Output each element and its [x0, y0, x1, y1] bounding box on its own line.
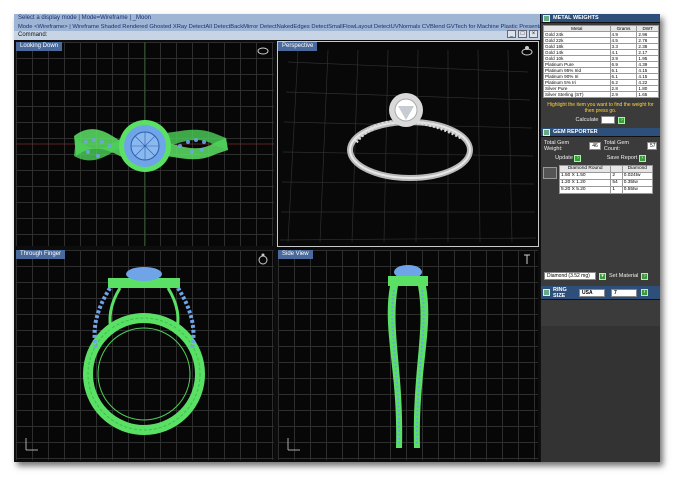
metal-weights-table[interactable]: Metal Grams DWT Gold 24k 4.9 2.96 Gold 22k 4… [543, 25, 659, 98]
ring-front-view-icon[interactable] [256, 253, 270, 265]
total-count-field: 57 [647, 142, 657, 150]
material-select-arrow[interactable]: ▾ [599, 272, 606, 280]
calculate-button[interactable]: › [618, 116, 626, 124]
window-controls: _ □ × [498, 30, 540, 40]
axis-icon [25, 438, 38, 451]
table-cell: 1.65 [636, 91, 659, 98]
gem-table[interactable]: Diamond Round Diamond 1.50 X 1.50 2 0.024t… [558, 165, 654, 194]
table-cell: 1 [610, 186, 623, 194]
set-material-button[interactable]: › [641, 272, 649, 280]
save-report-label[interactable]: Save Report [607, 155, 638, 161]
table-row[interactable]: 5.20 X 5.20 1 0.55tw [558, 186, 654, 194]
gem-list-empty-area [541, 194, 660, 270]
material-select[interactable]: Diamond (3.52 mg) [544, 272, 596, 280]
ring-top-view-icon[interactable] [256, 45, 270, 57]
viewport-title[interactable]: Through Finger [16, 250, 66, 259]
command-prompt[interactable]: Command: [14, 31, 540, 40]
table-cell: 1.50 X 1.50 [558, 172, 612, 180]
ring-rendered [279, 49, 537, 243]
ring-size-go-button[interactable]: › [641, 289, 648, 296]
table-cell: 1.20 X 1.20 [558, 179, 612, 187]
table-cell: 0.024tw [621, 172, 654, 180]
gem-table-wrap: Diamond Round Diamond 1.50 X 1.50 2 0.024t… [541, 165, 660, 194]
axis-icon [287, 438, 300, 451]
update-button[interactable]: › [574, 155, 582, 162]
close-icon[interactable]: × [529, 30, 538, 38]
gem-reporter-header: GEM REPORTER [541, 128, 660, 137]
table-cell: 0.35tw [621, 179, 654, 187]
gem-reporter-title: GEM REPORTER [553, 129, 598, 135]
maximize-icon[interactable]: □ [518, 30, 527, 38]
ring-front-wireframe [83, 267, 205, 435]
save-report-button[interactable]: › [638, 155, 646, 162]
table-cell: 5.20 X 5.20 [558, 186, 612, 194]
ring-perspective-icon[interactable] [520, 45, 534, 57]
region-select[interactable]: USA [579, 289, 605, 297]
set-material-label[interactable]: Set Material [609, 273, 638, 279]
metal-weights-title: METAL WEIGHTS [553, 15, 599, 21]
total-weight-field: 46 [589, 142, 601, 150]
table-cell: 2 [610, 172, 623, 180]
metal-hint: Highlight the item you want to find the … [547, 102, 654, 114]
table-row[interactable]: Silver Sterling (ST) 2.9 1.65 [543, 91, 659, 98]
total-count-label: Total Gem Count: [603, 140, 629, 152]
viewport-title[interactable]: Side View [278, 250, 313, 259]
viewport-through-finger[interactable]: Through Finger [16, 250, 274, 460]
ring-size-title: RING SIZE [553, 287, 567, 299]
table-row[interactable]: 1.50 X 1.50 2 0.024tw [558, 172, 654, 180]
command-history-line: Select a display mode | Mode=Wireframe |… [18, 15, 152, 21]
ring-side-view-icon[interactable] [520, 253, 534, 265]
col-header [610, 165, 623, 173]
size-select[interactable]: 7 [611, 289, 637, 297]
total-weight-label: Total Gem Weight: [544, 140, 570, 152]
metal-icon [543, 15, 550, 22]
side-panel: METAL WEIGHTS Metal Grams DWT Gold 24k 4.… [540, 14, 660, 462]
update-label[interactable]: Update [555, 155, 573, 161]
metal-weights-header: METAL WEIGHTS [541, 14, 660, 23]
gem-thumbnail-icon [543, 167, 557, 179]
gem-icon [543, 129, 550, 136]
command-options-line[interactable]: Mode <Wireframe> | Wireframe Shaded Rend… [14, 23, 540, 32]
viewport-area: Looking Down Perspective Through Finger … [14, 40, 540, 462]
table-cell: 2.9 [609, 91, 638, 98]
viewport-title[interactable]: Looking Down [16, 42, 63, 51]
ring-icon [543, 289, 550, 296]
table-row[interactable]: 1.20 X 1.20 54 0.35tw [558, 179, 654, 187]
ring-size-header: RING SIZE USA 7 › [541, 286, 660, 300]
table-cell: 0.55tw [621, 186, 654, 194]
calculate-label[interactable]: Calculate [576, 117, 599, 123]
viewport-title[interactable]: Perspective [278, 42, 318, 51]
minimize-icon[interactable]: _ [507, 30, 516, 38]
viewport-perspective[interactable]: Perspective [277, 41, 539, 247]
table-cell: 54 [610, 179, 623, 187]
panel-empty-area [541, 326, 660, 462]
viewport-looking-down[interactable]: Looking Down [16, 42, 274, 246]
table-cell: Silver Sterling (ST) [543, 91, 611, 98]
ring-side-wireframe [387, 265, 429, 448]
calculate-field[interactable] [601, 116, 616, 124]
ring-top-wireframe [16, 42, 274, 246]
viewport-side-view[interactable]: Side View [278, 250, 538, 460]
app-window: Select a display mode | Mode=Wireframe |… [14, 14, 660, 462]
col-header: Diamond [621, 165, 654, 173]
command-area: Select a display mode | Mode=Wireframe |… [14, 14, 540, 40]
col-header: Diamond Round [558, 165, 612, 173]
